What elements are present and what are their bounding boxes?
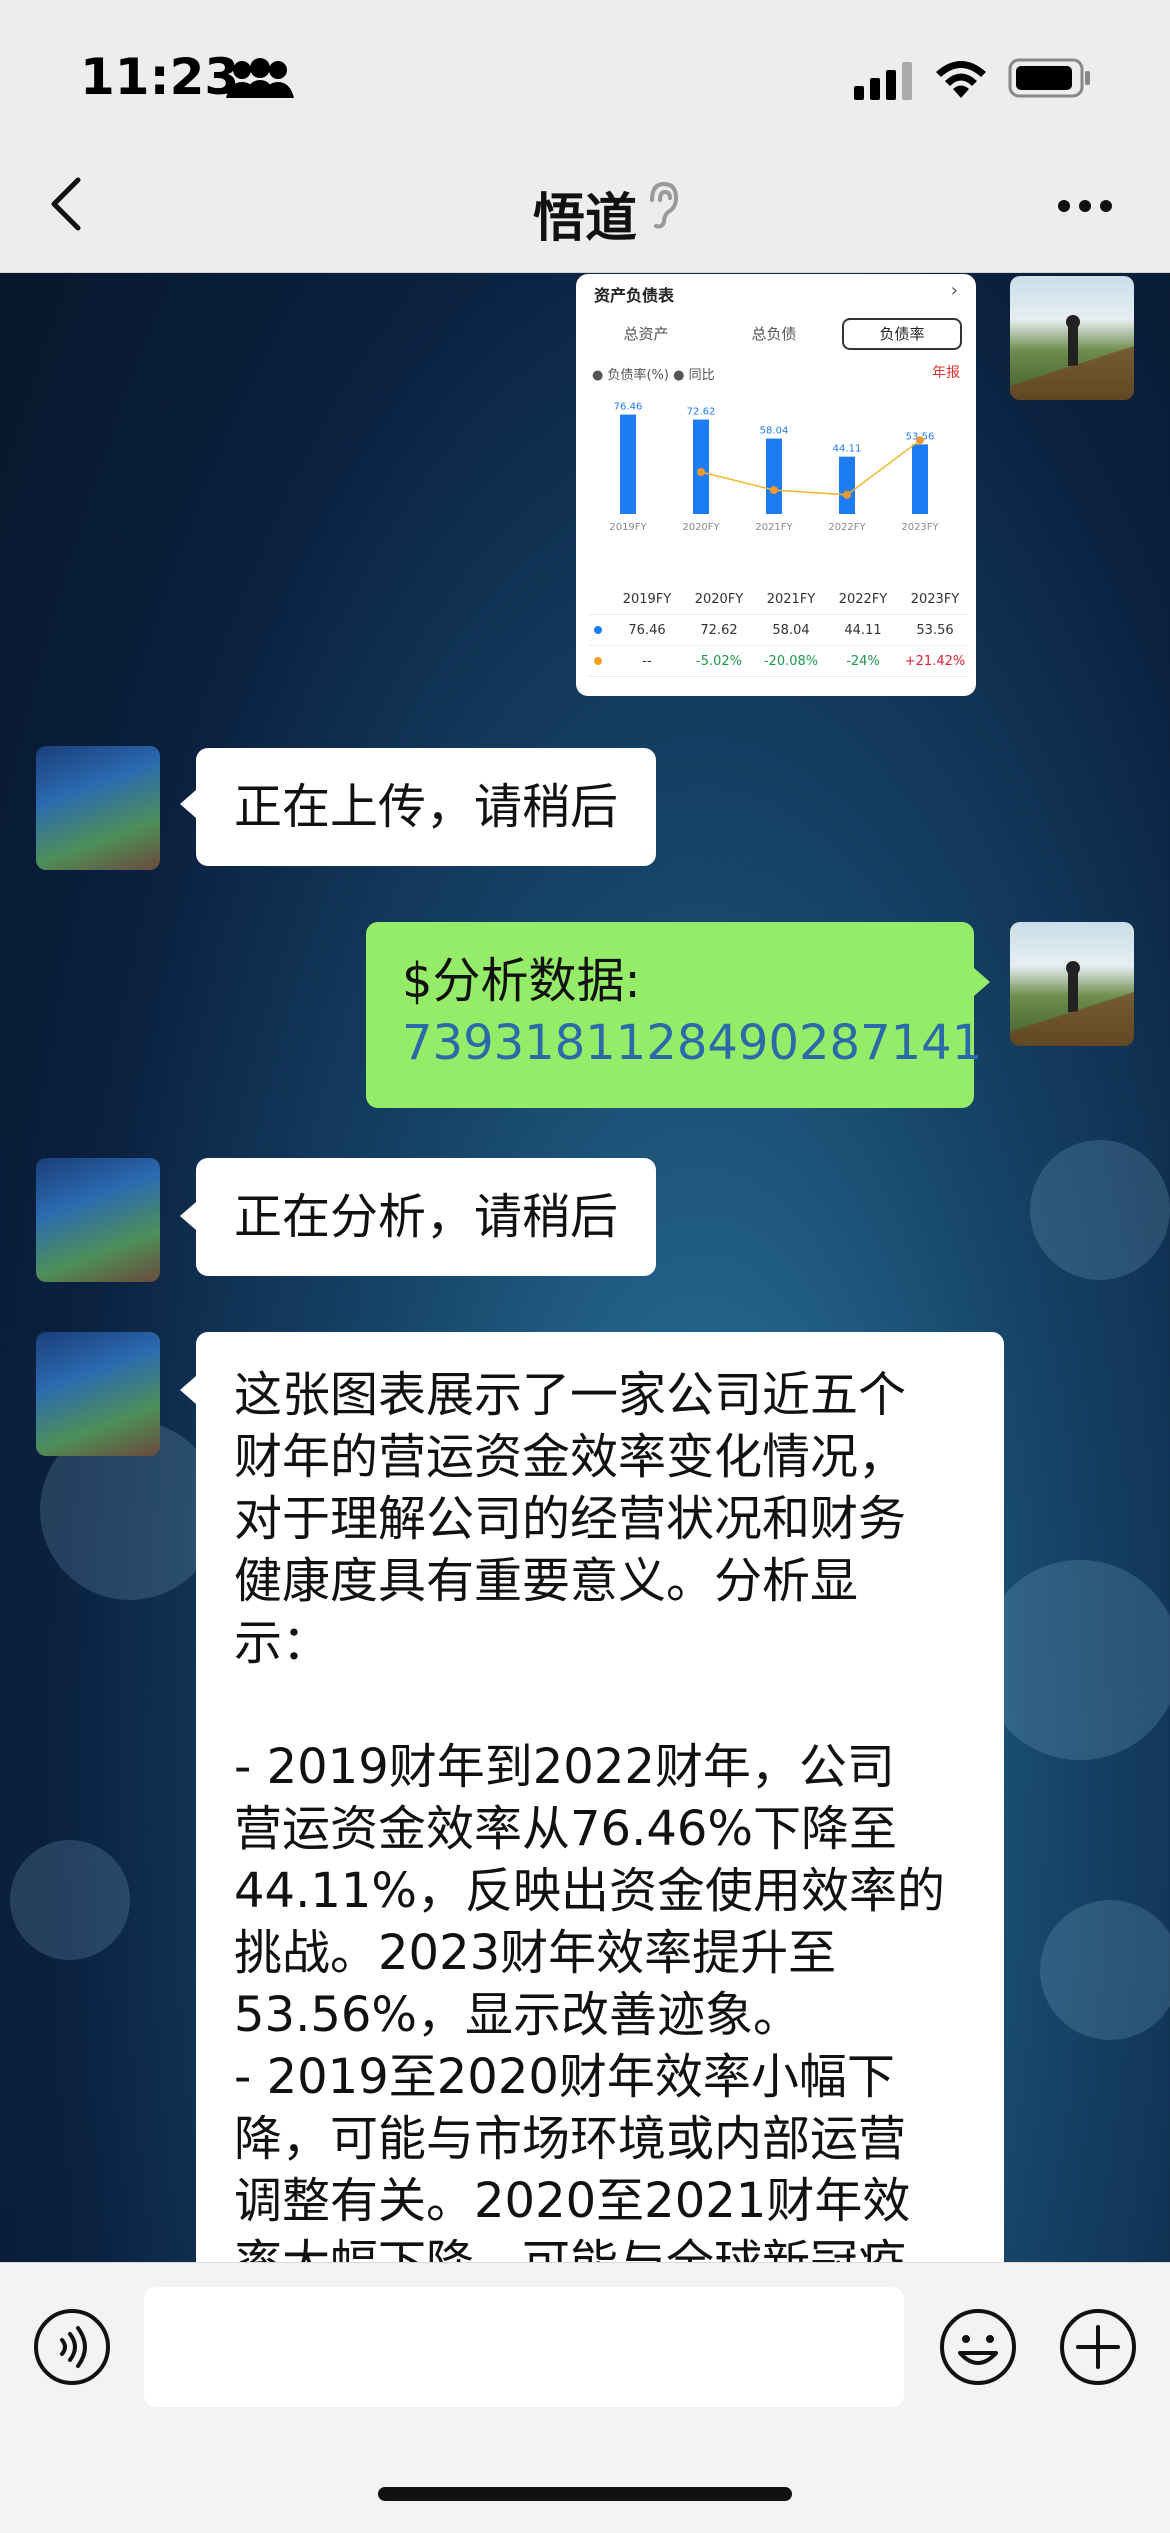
table-cell: 58.04 [772, 623, 810, 638]
table-row: 76.46 72.62 58.04 44.11 53.56 [588, 615, 968, 646]
chart-yoy-line [700, 439, 921, 496]
chart-data-label: 44.11 [833, 444, 862, 455]
chat-title: 悟道 [532, 189, 637, 249]
status-time: 11:23 [80, 48, 240, 106]
message-text: 正在分析，请稍后 [234, 1189, 619, 1245]
analysis-line: - 2019财年到2022财年，公司 [234, 1739, 895, 1795]
analysis-text: 这张图表展示了一家公司近五个 财年的营运资金效率变化情况， 对于理解公司的经营状况和… [234, 1364, 966, 2292]
background-bokeh [980, 1560, 1170, 1760]
bot-avatar[interactable] [36, 1158, 160, 1282]
voice-input-icon[interactable] [32, 2307, 112, 2387]
chart-data-label: 58.04 [760, 426, 789, 437]
more-options-icon[interactable] [1056, 196, 1114, 216]
table-cell: 72.62 [700, 623, 738, 638]
table-row: -- -5.02% -20.08% -24% +21.42% [588, 646, 968, 677]
table-cell: -- [642, 654, 652, 669]
table-header-cell: 2021FY [766, 592, 816, 607]
bubble-tail [180, 790, 196, 818]
chart-x-tick: 2023FY [901, 522, 939, 533]
table-cell: -5.02% [696, 654, 742, 669]
my-avatar[interactable] [1010, 922, 1134, 1046]
analysis-line: 健康度具有重要意义。分析显 [234, 1553, 859, 1609]
navigation-bar: 11:23 悟道 [0, 0, 1170, 273]
analysis-line: 降，可能与市场环境或内部运营 [234, 2111, 907, 2167]
sent-image-message[interactable]: 资产负债表 › 总资产 总负债 负债率 ● 负债率(%) ● 同比 年报 76.… [576, 274, 976, 696]
table-cell: 53.56 [916, 623, 954, 638]
chart-bar [912, 444, 928, 514]
analysis-line: 财年的营运资金效率变化情况， [234, 1429, 907, 1485]
table-cell: 44.11 [844, 623, 882, 638]
image-tab: 总负债 [751, 325, 797, 343]
background-bokeh [10, 1840, 130, 1960]
message-text: 正在上传，请稍后 [234, 779, 619, 835]
received-analysis-message[interactable]: 这张图表展示了一家公司近五个 财年的营运资金效率变化情况， 对于理解公司的经营状况和… [196, 1332, 1004, 2292]
chart-yoy-point [916, 436, 924, 445]
chart-bar [839, 456, 855, 514]
image-tab: 总资产 [623, 325, 669, 343]
image-tabs: 总资产 总负债 负债率 [588, 318, 964, 352]
battery-icon [1008, 58, 1090, 98]
table-header-cell: 2022FY [838, 592, 888, 607]
image-card-title: 资产负债表 [594, 286, 675, 305]
bubble-tail [180, 1202, 196, 1230]
message-link-number[interactable]: 7393181128490287141 [402, 1012, 982, 1074]
table-cell: -20.08% [763, 654, 819, 669]
image-tab-selected: 负债率 [842, 318, 962, 350]
analysis-line: 53.56%，显示改善迹象。 [234, 1987, 802, 2043]
analysis-line: 示： [234, 1615, 331, 1671]
table-header-cell: 2020FY [694, 592, 744, 607]
bubble-tail [974, 968, 990, 996]
analysis-line: 对于理解公司的经营状况和财务 [234, 1491, 907, 1547]
message-text: $分析数据: [402, 953, 641, 1009]
bot-avatar[interactable] [36, 1332, 160, 1456]
chart-bar [620, 414, 636, 514]
cellular-signal-icon [854, 62, 912, 100]
chart-data-label: 76.46 [614, 402, 643, 413]
message-input[interactable] [144, 2287, 904, 2407]
table-cell: 76.46 [628, 623, 666, 638]
background-bokeh [1030, 1140, 1170, 1280]
table-cell: +21.42% [904, 654, 966, 669]
group-people-icon [226, 58, 294, 98]
analysis-line: 挑战。2023财年效率提升至 [234, 1925, 837, 1981]
table-header-cell: 2019FY [622, 592, 672, 607]
received-message[interactable]: 正在分析，请稍后 [196, 1158, 657, 1276]
analysis-line: 调整有关。2020至2021财年效 [234, 2173, 911, 2229]
analysis-line: 这张图表展示了一家公司近五个 [234, 1367, 907, 1423]
chart-x-tick: 2021FY [755, 522, 793, 533]
received-message[interactable]: 正在上传，请稍后 [196, 748, 657, 866]
wifi-icon [936, 61, 986, 98]
chart-bar [766, 438, 782, 514]
chart-x-tick: 2019FY [609, 522, 647, 533]
input-bar [0, 2262, 1170, 2533]
chart-data-table: 2019FY 2020FY 2021FY 2022FY 2023FY 76.46 72.6… [588, 584, 968, 677]
chart-yoy-point [770, 486, 778, 495]
bot-avatar[interactable] [36, 746, 160, 870]
table-header-cell: 2023FY [910, 592, 960, 607]
emoji-icon[interactable] [938, 2307, 1018, 2387]
debt-ratio-chart: 76.46 2019FY 72.62 2020FY 58.04 2021FY 44.11 20… [609, 402, 939, 533]
chart-x-tick: 2022FY [828, 522, 866, 533]
chart-bar [693, 419, 709, 514]
analysis-line: 营运资金效率从76.46%下降至 [234, 1801, 898, 1857]
my-avatar[interactable] [1010, 276, 1134, 400]
chevron-right-icon: › [950, 280, 958, 301]
table-header-row: 2019FY 2020FY 2021FY 2022FY 2023FY [588, 584, 968, 615]
home-indicator [378, 2487, 792, 2501]
table-cell: -24% [846, 654, 880, 669]
chart-x-tick: 2020FY [682, 522, 720, 533]
bubble-tail [180, 1376, 196, 1404]
analysis-line [234, 1674, 966, 1736]
earpiece-mode-icon [650, 181, 679, 229]
sent-message[interactable]: $分析数据: 7393181128490287141 [366, 922, 982, 1108]
chart-data-label: 72.62 [687, 407, 716, 418]
chart-yoy-point [843, 490, 851, 499]
chart-yoy-point [697, 468, 705, 477]
analysis-line: - 2019至2020财年效率小幅下 [234, 2049, 895, 2105]
analysis-line: 44.11%，反映出资金使用效率的 [234, 1863, 946, 1919]
background-bokeh [1040, 1900, 1170, 2040]
plus-icon[interactable] [1058, 2307, 1138, 2387]
